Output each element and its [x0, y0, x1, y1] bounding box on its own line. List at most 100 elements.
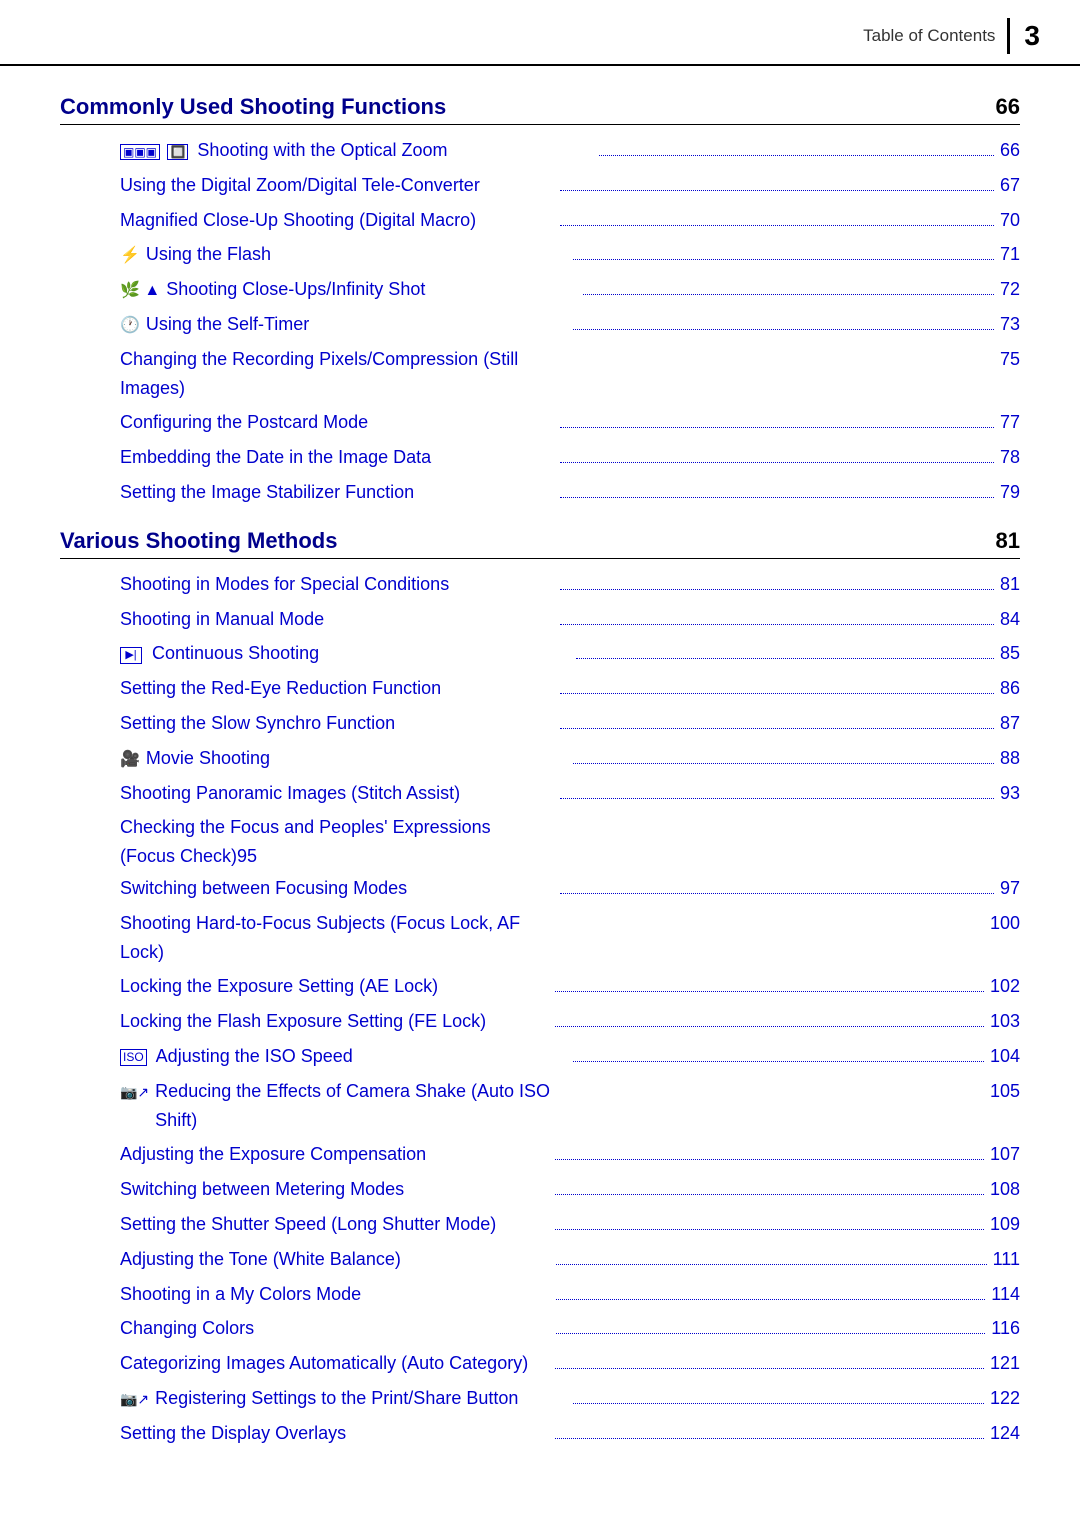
toc-entry: 🎥Movie Shooting88 [60, 741, 1020, 776]
entry-dots [560, 798, 994, 799]
entry-page: 105 [990, 1077, 1020, 1106]
entry-page: 87 [1000, 709, 1020, 738]
entry-dots [560, 589, 994, 590]
entry-text: Switching between Metering Modes [120, 1175, 549, 1204]
toc-entry: Magnified Close-Up Shooting (Digital Mac… [60, 203, 1020, 238]
entry-text: Setting the Image Stabilizer Function [120, 478, 554, 507]
entry-page: 67 [1000, 171, 1020, 200]
toc-entry: Checking the Focus and Peoples' Expressi… [60, 810, 1020, 871]
entry-text: Locking the Exposure Setting (AE Lock) [120, 972, 549, 1001]
entry-text: Setting the Shutter Speed (Long Shutter … [120, 1210, 549, 1239]
entry-text: Adjusting the Exposure Compensation [120, 1140, 549, 1169]
toc-entry: Locking the Exposure Setting (AE Lock) 10… [60, 969, 1020, 1004]
section-header-various-shooting: Various Shooting Methods 81 [60, 528, 1020, 559]
toc-entry: Shooting Panoramic Images (Stitch Assist… [60, 776, 1020, 811]
entry-dots [555, 1229, 984, 1230]
entry-dots [573, 763, 994, 764]
toc-entry: Switching between Metering Modes108 [60, 1172, 1020, 1207]
entry-page: 79 [1000, 478, 1020, 507]
section-page-various-shooting: 81 [996, 528, 1020, 554]
entry-text: Using the Digital Zoom/Digital Tele-Conv… [120, 171, 554, 200]
entry-dots [560, 427, 994, 428]
entry-dots [556, 1333, 986, 1334]
entry-text: Adjusting the Tone (White Balance) [120, 1245, 550, 1274]
entry-page: 124 [990, 1419, 1020, 1448]
movie-icon: 🎥 [120, 747, 140, 773]
entry-dots [573, 259, 994, 260]
entry-text: Shooting in Manual Mode [120, 605, 554, 634]
entry-text: Continuous Shooting [152, 639, 570, 668]
entry-page: 81 [1000, 570, 1020, 599]
entry-dots [560, 497, 994, 498]
entry-page: 85 [1000, 639, 1020, 668]
entry-dots [555, 1438, 984, 1439]
entry-page: 102 [990, 972, 1020, 1001]
section-title-various-shooting: Various Shooting Methods [60, 528, 337, 554]
entry-dots [560, 225, 994, 226]
entry-page: 107 [990, 1140, 1020, 1169]
toc-entry: Adjusting the Tone (White Balance)111 [60, 1242, 1020, 1277]
entry-page: 116 [991, 1314, 1020, 1343]
entry-dots [599, 155, 994, 156]
entry-dots [555, 1368, 984, 1369]
content: Commonly Used Shooting Functions 66 ▣▣▣ … [0, 66, 1080, 1508]
toc-entry: Shooting in a My Colors Mode114 [60, 1277, 1020, 1312]
camera-shake-icon: 📷↗ [120, 1387, 149, 1413]
toc-entry: ⚡Using the Flash71 [60, 237, 1020, 272]
header-divider [1007, 18, 1010, 54]
entry-text: Categorizing Images Automatically (Auto … [120, 1349, 549, 1378]
entry-dots [555, 1026, 984, 1027]
toc-entry: Shooting Hard-to-Focus Subjects (Focus L… [60, 906, 1020, 970]
toc-entry: Setting the Display Overlays 124 [60, 1416, 1020, 1451]
toc-entry: 📷↗Registering Settings to the Print/Shar… [60, 1381, 1020, 1416]
entry-dots [560, 728, 994, 729]
entry-text: Switching between Focusing Modes [120, 874, 554, 903]
entry-text: Using the Self-Timer [146, 310, 567, 339]
entry-dots [556, 1299, 986, 1300]
section-commonly-used: Commonly Used Shooting Functions 66 ▣▣▣ … [60, 94, 1020, 510]
toc-entry: Locking the Flash Exposure Setting (FE L… [60, 1004, 1020, 1039]
toc-entry: Setting the Slow Synchro Function87 [60, 706, 1020, 741]
entry-dots [555, 991, 984, 992]
entry-page: 121 [990, 1349, 1020, 1378]
entry-page: 100 [990, 909, 1020, 938]
camera-shake-icon: 📷↗ [120, 1080, 149, 1106]
toc-entry: Changing Colors116 [60, 1311, 1020, 1346]
entry-page: 75 [1000, 345, 1020, 374]
entry-text: Shooting Panoramic Images (Stitch Assist… [120, 779, 554, 808]
entry-page: 88 [1000, 744, 1020, 773]
entry-text: Shooting with the Optical Zoom [197, 136, 592, 165]
entry-page: 66 [1000, 136, 1020, 165]
entry-text: Magnified Close-Up Shooting (Digital Mac… [120, 206, 554, 235]
toc-entry: Using the Digital Zoom/Digital Tele-Conv… [60, 168, 1020, 203]
entry-dots [560, 893, 994, 894]
entry-dots [560, 693, 994, 694]
entry-text: Locking the Flash Exposure Setting (FE L… [120, 1007, 549, 1036]
toc-entry: Shooting in Modes for Special Conditions… [60, 567, 1020, 602]
toc-entry: Adjusting the Exposure Compensation 107 [60, 1137, 1020, 1172]
entry-text: Using the Flash [146, 240, 567, 269]
entry-text: Configuring the Postcard Mode [120, 408, 554, 437]
toc-entry: Configuring the Postcard Mode77 [60, 405, 1020, 440]
entry-page: 78 [1000, 443, 1020, 472]
entry-text: Reducing the Effects of Camera Shake (Au… [155, 1077, 566, 1135]
self-timer-icon: 🕐 [120, 313, 140, 339]
entry-dots [560, 624, 994, 625]
shooting-zoom-icon: ▣▣▣ 🔲 [120, 139, 191, 165]
entry-page: 104 [990, 1042, 1020, 1071]
iso-icon: ISO [120, 1045, 150, 1071]
entry-dots [555, 1159, 984, 1160]
entry-dots [573, 1061, 984, 1062]
toc-entry: ISOAdjusting the ISO Speed104 [60, 1039, 1020, 1074]
entry-text: Setting the Red-Eye Reduction Function [120, 674, 554, 703]
entry-text: Setting the Display Overlays [120, 1419, 549, 1448]
entry-page: 84 [1000, 605, 1020, 634]
toc-entry: Switching between Focusing Modes97 [60, 871, 1020, 906]
toc-entry: ▣▣▣ 🔲Shooting with the Optical Zoom 66 [60, 133, 1020, 168]
entry-page: 72 [1000, 275, 1020, 304]
toc-entry: Setting the Shutter Speed (Long Shutter … [60, 1207, 1020, 1242]
entry-text: Embedding the Date in the Image Data [120, 443, 554, 472]
entry-page: 103 [990, 1007, 1020, 1036]
entry-text: Shooting in a My Colors Mode [120, 1280, 550, 1309]
section-title-commonly-used: Commonly Used Shooting Functions [60, 94, 446, 120]
